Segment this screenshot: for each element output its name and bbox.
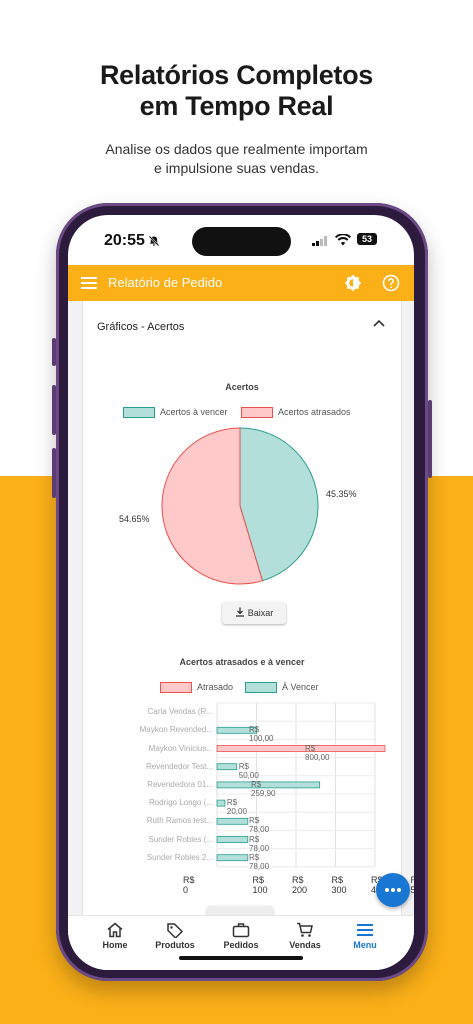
battery-icon: 53 bbox=[357, 233, 377, 245]
subtitle-line-1: Analise os dados que realmente importam bbox=[105, 141, 368, 157]
nav-label-produtos: Produtos bbox=[155, 940, 195, 950]
app-bar-title: Relatório de Pedido bbox=[108, 275, 223, 290]
bar-category-label: Ruth Ramos test... bbox=[146, 816, 213, 826]
bar-a-vencer[interactable] bbox=[216, 763, 238, 771]
phone-volume-down bbox=[52, 448, 56, 498]
headline-line-1: Relatórios Completos bbox=[99, 60, 374, 90]
bar-a-vencer[interactable] bbox=[216, 799, 226, 807]
nav-menu[interactable]: Menu bbox=[335, 922, 395, 950]
nav-vendas[interactable]: Vendas bbox=[275, 922, 335, 950]
nav-label-vendas: Vendas bbox=[289, 940, 321, 950]
bar-data-label: R$ 800,00 bbox=[305, 743, 330, 762]
bar-a-vencer[interactable] bbox=[216, 817, 249, 825]
bar-category-label: Rodrigo Longo (... bbox=[148, 798, 213, 808]
bar-data-label: R$ 20,00 bbox=[226, 798, 247, 817]
nav-home[interactable]: Home bbox=[85, 922, 145, 950]
headline-line-2: em Tempo Real bbox=[139, 91, 334, 121]
marketing-subtitle: Analise os dados que realmente importam … bbox=[0, 140, 473, 178]
status-bar: 20:55 53 bbox=[68, 215, 414, 265]
dynamic-island bbox=[192, 227, 291, 256]
x-tick-label: R$ 50 bbox=[410, 874, 415, 895]
bell-slash-icon bbox=[148, 235, 160, 247]
signal-icon bbox=[312, 236, 327, 246]
bar-category-label: Sunder Robles (... bbox=[148, 834, 213, 844]
bar-category-label: Maykon Revended... bbox=[139, 725, 213, 735]
x-tick-label: R$ 300 bbox=[331, 874, 347, 895]
more-icon bbox=[385, 888, 401, 892]
home-icon bbox=[107, 922, 123, 938]
bar-category-label: Sunder Robles 2... bbox=[146, 852, 213, 862]
bar-atrasado[interactable] bbox=[216, 745, 386, 752]
bar-category-label: Carla Vendas (R... bbox=[147, 707, 213, 717]
bar-data-label: R$ 259,90 bbox=[251, 779, 276, 798]
phone-power-button bbox=[428, 400, 432, 478]
tag-icon bbox=[167, 923, 184, 938]
fab-more-button[interactable] bbox=[376, 873, 410, 907]
x-tick-label: R$ 200 bbox=[292, 874, 308, 895]
bar-a-vencer[interactable] bbox=[216, 836, 249, 843]
charts-card: Gráficos - Acertos Acertos Acertos à ven… bbox=[82, 301, 414, 915]
bar-data-label: R$ 78,00 bbox=[249, 852, 270, 871]
bar-data-label: R$ 78,00 bbox=[249, 834, 270, 853]
battery-level: 53 bbox=[361, 234, 372, 244]
phone-volume-up bbox=[52, 385, 56, 435]
nav-label-menu: Menu bbox=[353, 940, 377, 950]
bar-category-label: Revendedora 01... bbox=[147, 779, 213, 789]
nav-label-pedidos: Pedidos bbox=[223, 940, 259, 950]
report-content[interactable]: Gráficos - Acertos Acertos Acertos à ven… bbox=[68, 301, 414, 915]
bar-a-vencer[interactable] bbox=[216, 854, 249, 862]
help-icon[interactable] bbox=[382, 274, 400, 292]
bottom-navigation: Home Produtos Pedidos Vendas Menu bbox=[68, 915, 414, 970]
hamburger-icon[interactable] bbox=[81, 277, 97, 289]
nav-produtos[interactable]: Produtos bbox=[145, 922, 205, 950]
cart-icon bbox=[297, 922, 313, 937]
phone-mute-switch bbox=[52, 338, 56, 366]
bar-category-label: Revendedor Test... bbox=[145, 761, 213, 771]
home-indicator bbox=[179, 956, 303, 960]
x-tick-label: R$ 100 bbox=[252, 874, 268, 895]
download-button-2[interactable] bbox=[207, 906, 273, 915]
bar-data-label: R$ 50,00 bbox=[238, 761, 259, 780]
nav-label-home: Home bbox=[102, 940, 128, 950]
briefcase-icon bbox=[232, 923, 250, 938]
bar-data-label: R$ 78,00 bbox=[249, 816, 270, 835]
bar-data-label: R$ 100,00 bbox=[249, 725, 274, 744]
wifi-icon bbox=[335, 234, 351, 246]
subtitle-line-2: e impulsione suas vendas. bbox=[154, 160, 319, 176]
nav-pedidos[interactable]: Pedidos bbox=[211, 922, 271, 950]
x-tick-label: R$ 0 bbox=[183, 874, 195, 895]
brightness-icon[interactable] bbox=[344, 274, 362, 292]
app-bar: Relatório de Pedido bbox=[68, 265, 414, 301]
bar-category-label: Maykon Vinicius... bbox=[148, 743, 213, 753]
status-time: 20:55 bbox=[104, 232, 145, 249]
marketing-headline: Relatórios Completos em Tempo Real bbox=[0, 60, 473, 122]
menu-icon bbox=[357, 924, 373, 936]
phone-screen: 20:55 53 Relatório de Pedido Gráficos - … bbox=[68, 215, 414, 970]
